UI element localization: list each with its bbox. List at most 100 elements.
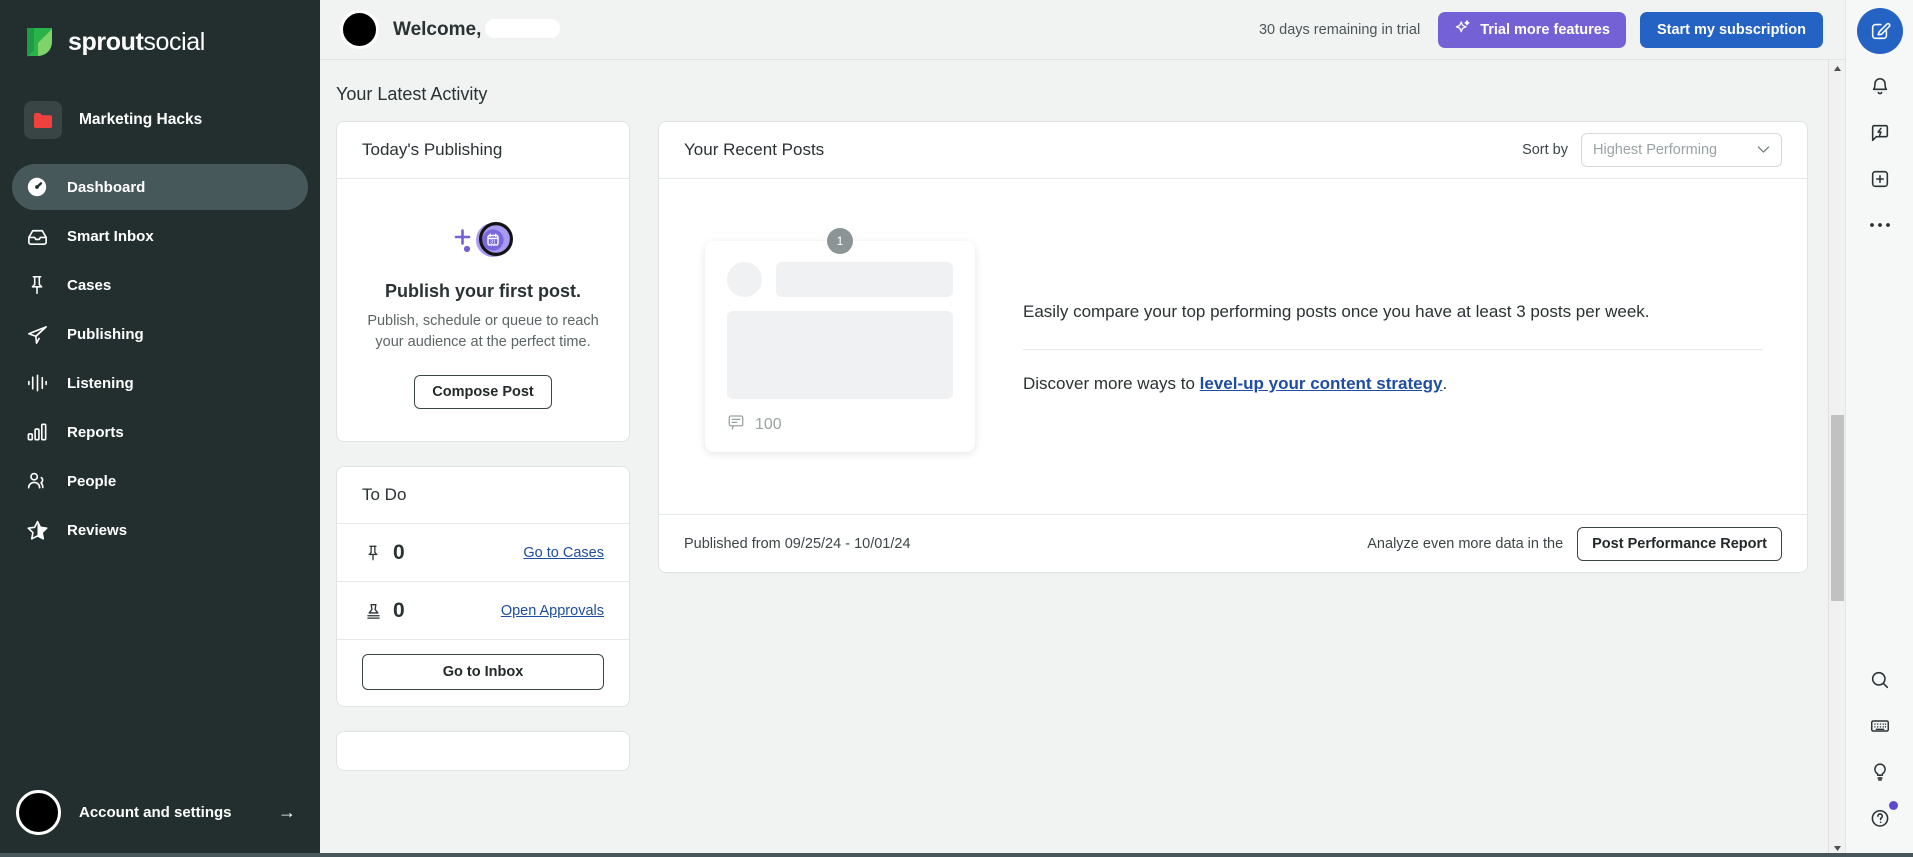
workspace-label: Marketing Hacks <box>79 111 202 129</box>
sidebar-label-smart-inbox: Smart Inbox <box>67 228 154 245</box>
app-root: sproutsocial Marketing Hacks Dashboard S… <box>0 0 1913 857</box>
bell-notification-icon[interactable] <box>1857 64 1903 110</box>
start-subscription-button[interactable]: Start my subscription <box>1640 12 1823 48</box>
next-card-partial <box>336 731 630 771</box>
header-actions: 30 days remaining in trial Trial more fe… <box>1259 12 1823 48</box>
sidebar-label-cases: Cases <box>67 277 111 294</box>
publishing-empty-title: Publish your first post. <box>355 281 611 302</box>
sidebar-item-publishing[interactable]: Publishing <box>12 311 308 357</box>
post-skeleton-footer: 100 <box>727 413 953 436</box>
sparkle-icon <box>1454 19 1471 40</box>
post-skeleton-card: 100 <box>705 241 975 452</box>
search-icon[interactable] <box>1857 657 1903 703</box>
sort-by-value: Highest Performing <box>1593 142 1717 158</box>
feedback-bolt-icon[interactable] <box>1857 110 1903 156</box>
brand-logo[interactable]: sproutsocial <box>0 0 320 62</box>
todo-row-approvals: 0 Open Approvals <box>337 582 629 640</box>
publishing-empty-subtitle: Publish, schedule or queue to reach your… <box>355 311 611 353</box>
paper-plane-icon <box>24 321 50 347</box>
vertical-scrollbar[interactable] <box>1828 60 1845 857</box>
help-notification-badge <box>1889 801 1898 810</box>
brand-name-light: social <box>143 28 205 56</box>
more-horizontal-icon[interactable] <box>1857 202 1903 248</box>
sort-by-select[interactable]: Highest Performing <box>1581 133 1782 167</box>
calendar-31-icon: 31 <box>355 209 611 275</box>
left-card-column: Today's Publishing <box>336 121 630 771</box>
dashboard-grid: Today's Publishing <box>336 121 1808 771</box>
bar-chart-icon <box>24 419 50 445</box>
todays-publishing-title: Today's Publishing <box>337 122 629 179</box>
sidebar-item-reports[interactable]: Reports <box>12 409 308 455</box>
waveform-icon <box>24 370 50 396</box>
sidebar-label-publishing: Publishing <box>67 326 144 343</box>
trial-more-features-button[interactable]: Trial more features <box>1438 12 1626 48</box>
sidebar-label-dashboard: Dashboard <box>67 179 145 196</box>
more-suffix: . <box>1442 374 1447 393</box>
sort-control: Sort by Highest Performing <box>1522 133 1782 167</box>
content-strategy-link[interactable]: level-up your content strategy <box>1200 374 1443 393</box>
recent-posts-column: Your Recent Posts Sort by Highest Perfor… <box>658 121 1808 573</box>
dashboard-content: Your Latest Activity Today's Publishing <box>320 60 1828 857</box>
main-area: Your Latest Activity Today's Publishing <box>320 60 1845 857</box>
sidebar-item-listening[interactable]: Listening <box>12 360 308 406</box>
folder-icon <box>24 101 62 139</box>
todo-title: To Do <box>337 467 629 524</box>
todo-count-approvals: 0 <box>393 599 405 623</box>
help-circle-icon[interactable] <box>1857 795 1903 841</box>
account-and-settings[interactable]: Account and settings → <box>0 790 320 857</box>
open-approvals-link[interactable]: Open Approvals <box>501 603 604 619</box>
sort-by-label: Sort by <box>1522 142 1568 158</box>
lightbulb-icon[interactable] <box>1857 749 1903 795</box>
content-column: Welcome, 30 days remaining in trial Tria… <box>320 0 1845 857</box>
todo-footer: Go to Inbox <box>337 640 629 706</box>
compose-pencil-icon[interactable] <box>1857 8 1903 54</box>
dashboard-gauge-icon <box>24 174 50 200</box>
star-half-icon <box>24 517 50 543</box>
recent-posts-headline: Easily compare your top performing posts… <box>1023 299 1763 325</box>
sidebar-item-people[interactable]: People <box>12 458 308 504</box>
sidebar-item-smart-inbox[interactable]: Smart Inbox <box>12 213 308 259</box>
publishing-empty-state: 31 Publish your first post. Publish, sch… <box>337 179 629 441</box>
sidebar-item-dashboard[interactable]: Dashboard <box>12 164 308 210</box>
recent-posts-body: 1 <box>659 179 1807 514</box>
brand-name-bold: sprout <box>68 28 143 56</box>
avatar <box>340 10 379 49</box>
post-comment-count: 100 <box>755 416 782 434</box>
welcome-block: Welcome, <box>340 10 560 49</box>
account-label: Account and settings <box>79 804 260 821</box>
todo-card: To Do 0 Go to Cases <box>336 466 630 707</box>
go-to-cases-link[interactable]: Go to Cases <box>523 545 604 561</box>
add-square-icon[interactable] <box>1857 156 1903 202</box>
recent-posts-copy: Easily compare your top performing posts… <box>1023 299 1763 394</box>
todays-publishing-card: Today's Publishing <box>336 121 630 442</box>
people-icon <box>24 468 50 494</box>
scroll-up-arrow-icon[interactable] <box>1829 60 1846 77</box>
sidebar-label-reports: Reports <box>67 424 124 441</box>
sidebar-item-cases[interactable]: Cases <box>12 262 308 308</box>
post-skeleton-body <box>727 311 953 399</box>
inbox-icon <box>24 223 50 249</box>
todo-count-cases: 0 <box>393 541 405 565</box>
scrollbar-thumb[interactable] <box>1831 415 1844 601</box>
welcome-text: Welcome, <box>393 19 560 41</box>
workspace-selector[interactable]: Marketing Hacks <box>0 96 320 144</box>
post-performance-report-button[interactable]: Post Performance Report <box>1577 527 1782 561</box>
go-to-inbox-button[interactable]: Go to Inbox <box>362 654 604 690</box>
chevron-down-icon <box>1757 143 1770 157</box>
recent-posts-header: Your Recent Posts Sort by Highest Perfor… <box>659 122 1807 179</box>
bottom-edge-strip <box>0 853 1913 857</box>
post-skeleton-header <box>727 262 953 297</box>
trial-more-features-label: Trial more features <box>1480 22 1610 38</box>
more-prefix: Discover more ways to <box>1023 374 1200 393</box>
keyboard-icon[interactable] <box>1857 703 1903 749</box>
right-rail <box>1845 0 1913 857</box>
redacted-user-name <box>485 19 560 38</box>
todo-row-cases: 0 Go to Cases <box>337 524 629 582</box>
sidebar-label-listening: Listening <box>67 375 134 392</box>
welcome-label: Welcome, <box>393 19 481 40</box>
sidebar-item-reviews[interactable]: Reviews <box>12 507 308 553</box>
recent-posts-footer: Published from 09/25/24 - 10/01/24 Analy… <box>659 514 1807 572</box>
top-header: Welcome, 30 days remaining in trial Tria… <box>320 0 1845 60</box>
recent-posts-more: Discover more ways to level-up your cont… <box>1023 374 1763 394</box>
compose-post-button[interactable]: Compose Post <box>414 375 552 409</box>
